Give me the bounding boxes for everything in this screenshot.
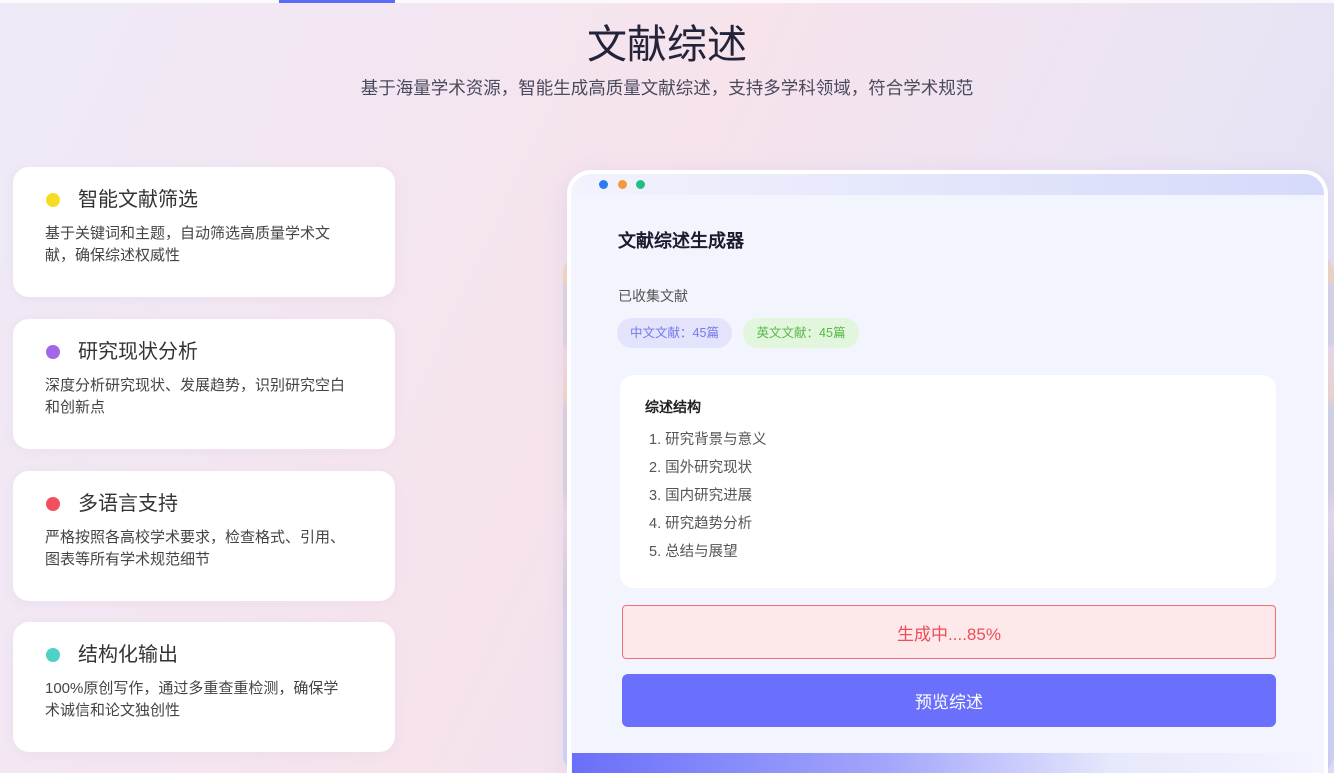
generation-status: 生成中....85% bbox=[622, 605, 1276, 659]
structure-item: 2. 国外研究现状 bbox=[649, 460, 753, 476]
feature-title: 多语言支持 bbox=[78, 493, 178, 515]
feature-card-structured-output: 结构化输出 100%原创写作，通过多重查重检测，确保学术诚信和论文独创性 bbox=[13, 622, 395, 752]
feature-title: 结构化输出 bbox=[78, 644, 178, 666]
top-nav-strip bbox=[0, 0, 1334, 3]
page-subtitle: 基于海量学术资源，智能生成高质量文献综述，支持多学科领域，符合学术规范 bbox=[360, 78, 974, 98]
structure-item: 4. 研究趋势分析 bbox=[649, 516, 753, 532]
feature-card-multilingual: 多语言支持 严格按照各高校学术要求，检查格式、引用、图表等所有学术规范细节 bbox=[13, 471, 395, 601]
feature-dot-icon bbox=[46, 345, 60, 359]
feature-title: 智能文献筛选 bbox=[78, 189, 198, 211]
structure-item: 3. 国内研究进展 bbox=[649, 488, 753, 504]
window-footer-bar bbox=[572, 753, 1323, 773]
generator-window: 文献综述生成器 已收集文献 中文文献：45篇 英文文献：45篇 综述结构 1. … bbox=[567, 170, 1328, 773]
structure-heading: 综述结构 bbox=[645, 399, 701, 415]
feature-title: 研究现状分析 bbox=[78, 341, 198, 363]
feature-dot-icon bbox=[46, 648, 60, 662]
feature-dot-icon bbox=[46, 497, 60, 511]
badge-english-literature: 英文文献：45篇 bbox=[743, 318, 859, 348]
structure-card: 综述结构 1. 研究背景与意义 2. 国外研究现状 3. 国内研究进展 4. 研… bbox=[620, 375, 1276, 588]
collected-label: 已收集文献 bbox=[618, 288, 688, 304]
generator-title: 文献综述生成器 bbox=[618, 231, 744, 251]
feature-description: 严格按照各高校学术要求，检查格式、引用、图表等所有学术规范细节 bbox=[45, 529, 346, 568]
structure-item: 5. 总结与展望 bbox=[649, 544, 738, 560]
window-title-bar bbox=[571, 174, 1324, 195]
structure-list: 1. 研究背景与意义 2. 国外研究现状 3. 国内研究进展 4. 研究趋势分析… bbox=[649, 426, 767, 566]
feature-card-literature-filter: 智能文献筛选 基于关键词和主题，自动筛选高质量学术文献，确保综述权威性 bbox=[13, 167, 395, 297]
feature-description: 基于关键词和主题，自动筛选高质量学术文献，确保综述权威性 bbox=[45, 225, 331, 264]
window-dot-icon bbox=[599, 180, 608, 189]
structure-item: 1. 研究背景与意义 bbox=[649, 432, 767, 448]
feature-description: 100%原创写作，通过多重查重检测，确保学术诚信和论文独创性 bbox=[45, 680, 339, 719]
window-dot-icon bbox=[636, 180, 645, 189]
feature-dot-icon bbox=[46, 193, 60, 207]
page-title: 文献综述 bbox=[587, 23, 747, 67]
preview-review-button[interactable]: 预览综述 bbox=[622, 674, 1276, 727]
badge-chinese-literature: 中文文献：45篇 bbox=[617, 318, 732, 348]
feature-description: 深度分析研究现状、发展趋势，识别研究空白和创新点 bbox=[45, 377, 346, 416]
nav-active-indicator bbox=[279, 0, 395, 3]
window-dot-icon bbox=[618, 180, 627, 189]
feature-card-research-analysis: 研究现状分析 深度分析研究现状、发展趋势，识别研究空白和创新点 bbox=[13, 319, 395, 449]
